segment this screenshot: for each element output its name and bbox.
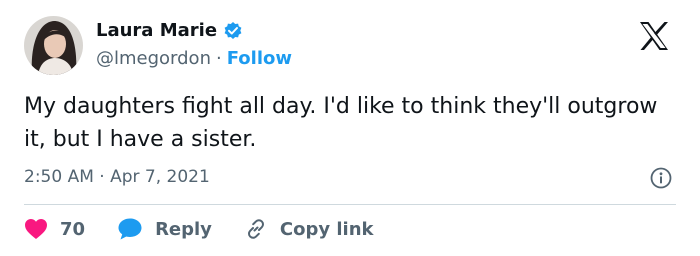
tweet-card: Laura Marie @lmegordon · Follow My daugh…: [0, 0, 700, 256]
info-icon[interactable]: [650, 167, 672, 189]
speech-bubble-icon: [118, 218, 142, 240]
action-bar: 70 Reply Copy link: [24, 214, 406, 244]
reply-label: Reply: [155, 218, 212, 240]
tweet-text: My daughters fight all day. I'd like to …: [24, 94, 658, 152]
tweet-timestamp[interactable]: 2:50 AM · Apr 7, 2021: [24, 167, 210, 187]
author-handle[interactable]: @lmegordon: [96, 48, 211, 69]
separator-dot: ·: [215, 48, 222, 69]
divider: [24, 204, 676, 205]
like-button[interactable]: 70: [24, 218, 85, 240]
author-name-row: Laura Marie: [96, 20, 243, 41]
follow-button[interactable]: Follow: [227, 48, 292, 69]
x-logo-icon[interactable]: [636, 18, 672, 54]
avatar[interactable]: [24, 16, 83, 75]
author-name[interactable]: Laura Marie: [96, 20, 217, 41]
author-handle-row: @lmegordon · Follow: [96, 48, 292, 69]
link-icon: [247, 219, 264, 239]
verified-badge-icon: [223, 21, 243, 41]
like-count: 70: [60, 218, 86, 240]
reply-button[interactable]: Reply: [117, 217, 212, 241]
copy-link-label: Copy link: [279, 218, 374, 240]
heart-icon: [25, 219, 47, 239]
copy-link-button[interactable]: Copy link: [244, 217, 374, 241]
